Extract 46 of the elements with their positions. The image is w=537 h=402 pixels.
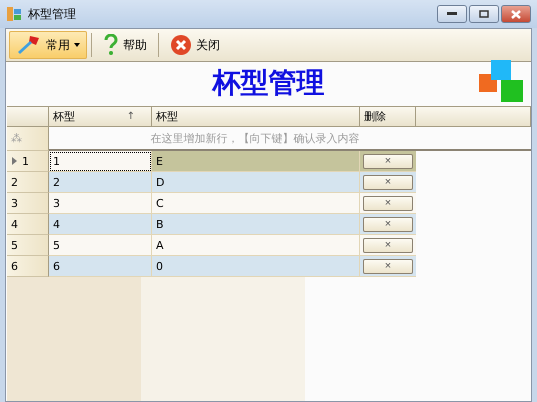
close-icon <box>511 10 521 18</box>
row-header[interactable]: 2 <box>7 172 49 193</box>
brush-icon <box>16 34 42 56</box>
delete-button[interactable]: × <box>363 238 413 252</box>
table-cell: 5 <box>49 235 152 256</box>
app-icon <box>6 6 22 22</box>
row-header[interactable]: 5 <box>7 235 49 256</box>
delete-button[interactable]: × <box>363 196 413 210</box>
toolbar-button[interactable]: 帮助 <box>96 31 154 59</box>
column-header[interactable]: 删除 <box>360 106 416 127</box>
window-title: 杯型管理 <box>28 6 76 22</box>
toolbar-button[interactable]: 常用 <box>9 31 87 59</box>
close-button[interactable] <box>501 5 531 23</box>
column-header[interactable]: 杯型 ↑ <box>49 106 152 127</box>
row-header[interactable]: 4 <box>7 214 49 235</box>
delete-button[interactable]: × <box>363 216 413 232</box>
maximize-icon <box>479 10 489 18</box>
table-cell: D <box>152 172 360 193</box>
table-cell: 4 <box>49 214 152 235</box>
table-cell: 2 <box>49 172 152 193</box>
minimize-button[interactable] <box>437 5 467 23</box>
caret-icon <box>74 43 80 47</box>
toolbar-button[interactable]: 关闭 <box>163 31 227 59</box>
row-pointer-icon <box>11 157 19 165</box>
maximize-button[interactable] <box>469 5 499 23</box>
close-icon <box>170 34 192 56</box>
table-cell: A <box>152 235 360 256</box>
delete-button[interactable]: × <box>363 154 413 168</box>
minimize-icon <box>447 12 457 16</box>
column-header[interactable]: 杯型 <box>152 106 360 127</box>
table-cell: 3 <box>49 193 152 214</box>
row-header[interactable]: 6 <box>7 256 49 277</box>
delete-button[interactable]: × <box>363 174 413 190</box>
corner-header <box>7 106 49 127</box>
table-cell: E <box>152 151 360 172</box>
help-icon <box>103 34 119 56</box>
table-cell: B <box>152 214 360 235</box>
row-header[interactable]: 3 <box>7 193 49 214</box>
table-cell: 0 <box>152 256 360 277</box>
row-header[interactable]: 1 <box>7 151 49 172</box>
table-cell: C <box>152 193 360 214</box>
page-heading: 杯型管理 <box>212 65 324 101</box>
table-cell: 1 <box>49 151 152 172</box>
delete-button[interactable]: × <box>363 258 413 274</box>
new-row-marker: ⁂ <box>7 127 49 151</box>
table-cell: 6 <box>49 256 152 277</box>
